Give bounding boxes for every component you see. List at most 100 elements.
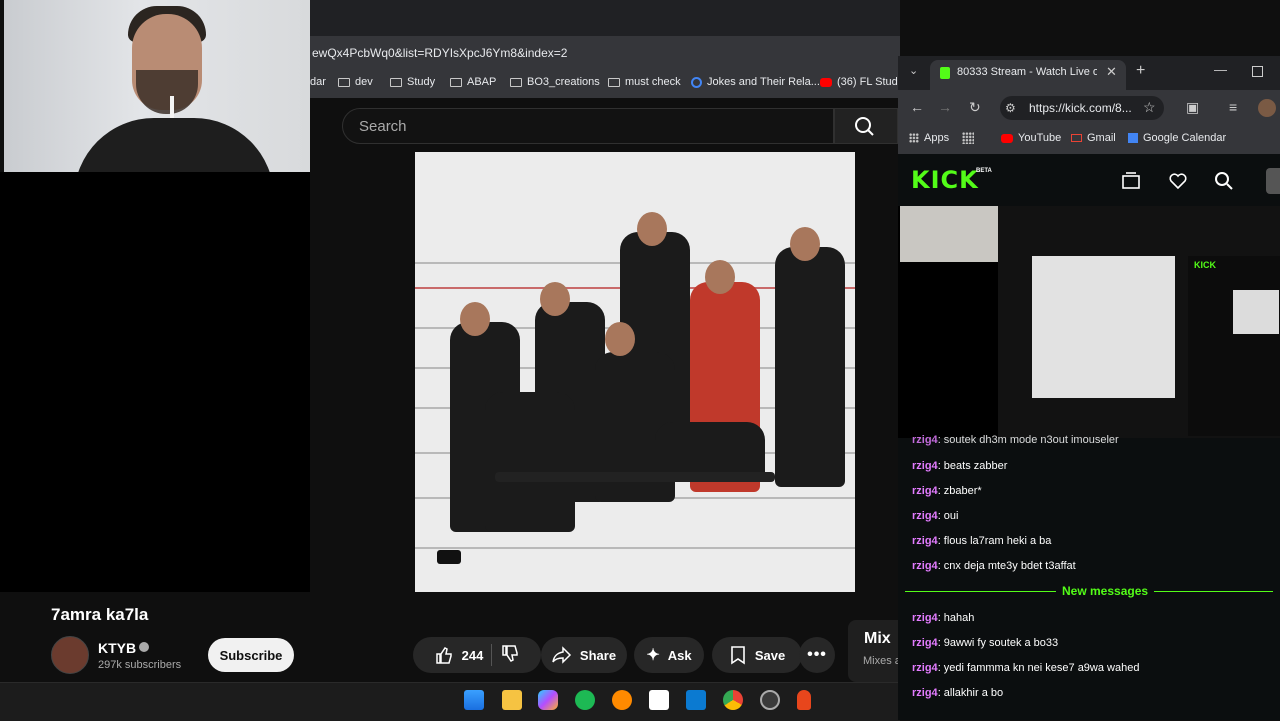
folder-icon: [450, 77, 462, 87]
page-left-area: [0, 172, 310, 592]
spotify-icon[interactable]: [575, 690, 595, 710]
like-count: 244: [461, 647, 484, 663]
close-tab-icon[interactable]: ✕: [1106, 64, 1117, 80]
chat-message: rzig4: zbaber*: [912, 485, 982, 497]
brand-logo: [437, 550, 461, 564]
bookmark-youtube[interactable]: YouTube: [1001, 132, 1061, 144]
notion-icon[interactable]: [649, 690, 669, 710]
chat-message: rzig4: cnx deja mte3y bdet t3affat: [912, 560, 1076, 572]
dislike-button[interactable]: [500, 644, 520, 667]
chat-message: rzig4: allakhir a bo: [912, 687, 1004, 699]
bookmark-bo3[interactable]: BO3_creations: [510, 76, 600, 88]
heart-icon[interactable]: [1168, 171, 1188, 191]
chat-message: rzig4: flous la7ram heki a ba: [912, 535, 1052, 547]
search-input[interactable]: Search: [342, 108, 834, 144]
mix-subtitle: Mixes a: [863, 655, 901, 667]
folder-icon: [338, 77, 350, 87]
bookmark-must-check[interactable]: must check: [608, 76, 681, 88]
ask-button[interactable]: ✦ Ask: [634, 637, 704, 673]
bookmark-dev[interactable]: dev: [338, 76, 373, 88]
calendar-icon: [1128, 133, 1138, 143]
verified-icon: [139, 642, 149, 652]
copilot-icon[interactable]: [538, 690, 558, 710]
person-figure: [485, 392, 575, 532]
windows-start-icon[interactable]: [464, 690, 484, 710]
stream-video-thumbnail: [1032, 256, 1175, 398]
subscriber-count: 297k subscribers: [98, 659, 182, 671]
bookmark-apps[interactable]: Apps: [909, 132, 949, 144]
file-explorer-icon[interactable]: [502, 690, 522, 710]
microphone-icon[interactable]: [797, 690, 811, 710]
youtube-icon: [1001, 133, 1013, 143]
search-placeholder: Search: [359, 118, 407, 135]
vscode-icon[interactable]: [686, 690, 706, 710]
chat-message: rzig4: soutek dh3m mode n3out imouseler: [912, 434, 1119, 446]
stream-nested-kick-logo: KICK: [1194, 260, 1216, 270]
bookmark-jokes[interactable]: Jokes and Their Rela...: [691, 76, 820, 88]
new-tab-icon[interactable]: +: [1136, 62, 1145, 80]
bookmark-calendar[interactable]: dar: [310, 76, 326, 88]
more-actions-button[interactable]: •••: [799, 637, 835, 673]
chat-message: rzig4: hahah: [912, 612, 975, 624]
gmail-icon: [1071, 134, 1082, 142]
kick-beta-badge: BETA: [976, 168, 992, 174]
video-title: 7amra ka7la: [51, 605, 149, 624]
fl-studio-icon[interactable]: [612, 690, 632, 710]
kick-url-text[interactable]: https://kick.com/8...: [1029, 101, 1132, 115]
yt-browser-titlebar: [310, 0, 900, 36]
search-button[interactable]: [834, 108, 898, 144]
search-icon[interactable]: [1214, 171, 1234, 191]
channel-avatar[interactable]: [51, 636, 89, 674]
following-icon[interactable]: [1121, 171, 1141, 191]
webcam-overlay: [4, 0, 310, 172]
minimize-icon[interactable]: —: [1214, 62, 1227, 77]
stream-nested-thumbnail: [1233, 290, 1279, 334]
forward-arrow-icon[interactable]: →: [938, 99, 952, 115]
save-button[interactable]: Save: [712, 637, 802, 673]
tab-search-chevron-icon[interactable]: ⌄: [909, 64, 918, 77]
kick-logo[interactable]: KICK: [911, 166, 979, 194]
person-figure: [775, 247, 845, 487]
google-icon: [691, 76, 702, 88]
kick-favicon-icon: [940, 67, 950, 79]
bookmark-abap[interactable]: ABAP: [450, 76, 496, 88]
media-queue-icon[interactable]: ≡: [1229, 99, 1237, 115]
obs-icon[interactable]: [760, 690, 780, 710]
star-icon[interactable]: ☆: [1143, 99, 1156, 116]
sparkle-icon: ✦: [646, 647, 660, 664]
video-player[interactable]: [415, 152, 855, 592]
chat-message: rzig4: yedi fammma kn nei kese7 a9wa wah…: [912, 662, 1140, 674]
tab-groups-icon[interactable]: [962, 132, 974, 144]
bookmark-google-calendar[interactable]: Google Calendar: [1128, 132, 1226, 144]
share-button[interactable]: Share: [541, 637, 627, 673]
profile-avatar[interactable]: [1258, 99, 1276, 117]
apps-grid-icon: [909, 133, 919, 143]
subscribe-button[interactable]: Subscribe: [208, 638, 294, 672]
new-messages-label[interactable]: New messages: [1056, 584, 1155, 598]
yt-url-text[interactable]: ewQx4PcbWq0&list=RDYIsXpcJ6Ym8&index=2: [312, 46, 567, 60]
extensions-icon[interactable]: ▣: [1186, 99, 1199, 116]
back-arrow-icon[interactable]: ←: [910, 99, 924, 115]
site-info-icon[interactable]: ⚙: [1005, 101, 1016, 115]
user-avatar[interactable]: [1266, 168, 1280, 194]
thumbs-up-icon: [435, 647, 452, 664]
folder-icon: [510, 77, 522, 87]
folder-icon: [608, 77, 620, 87]
chrome-icon[interactable]: [723, 690, 743, 710]
maximize-icon[interactable]: [1252, 66, 1263, 77]
bookmark-fl-studio[interactable]: (36) FL Studio: [820, 76, 906, 88]
channel-name[interactable]: KTYB: [98, 640, 136, 656]
search-icon: [855, 117, 874, 136]
youtube-icon: [820, 77, 832, 87]
share-icon: [552, 646, 571, 664]
stream-webcam: [900, 206, 998, 262]
like-dislike-group: 244: [413, 637, 541, 673]
chat-message: rzig4: beats zabber: [912, 460, 1008, 472]
reload-icon[interactable]: ↻: [969, 99, 981, 116]
bookmark-study[interactable]: Study: [390, 76, 435, 88]
chat-message: rzig4: oui: [912, 510, 959, 522]
kick-tab-title: 80333 Stream - Watch Live on K: [957, 66, 1097, 78]
like-button[interactable]: 244: [434, 645, 484, 665]
bookmark-gmail[interactable]: Gmail: [1071, 132, 1116, 144]
folder-icon: [390, 77, 402, 87]
